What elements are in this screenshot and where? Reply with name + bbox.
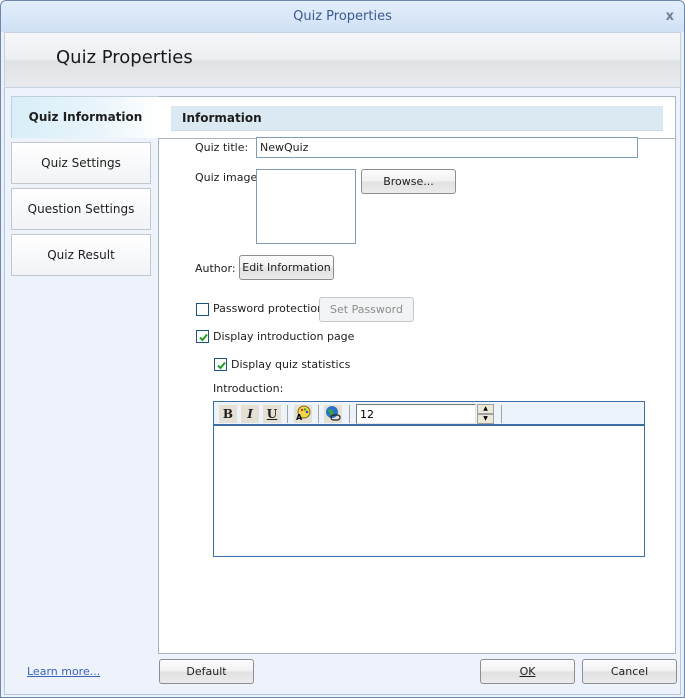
display-stats-checkbox[interactable]: [214, 358, 227, 371]
toolbar-separator: [287, 405, 288, 423]
cancel-button[interactable]: Cancel: [582, 659, 677, 684]
hyperlink-icon[interactable]: [324, 405, 342, 423]
password-protection-checkbox[interactable]: [196, 303, 209, 316]
toolbar-separator: [318, 405, 319, 423]
sidebar-item-question-settings[interactable]: Question Settings: [11, 188, 151, 230]
introduction-label: Introduction:: [213, 382, 284, 395]
quiz-image-label: Quiz image:: [195, 171, 261, 184]
password-protection-label: Password protection: [213, 302, 325, 315]
display-intro-label: Display introduction page: [213, 330, 355, 343]
banner-title: Quiz Properties: [56, 47, 193, 68]
dialog-client-area: Quiz Information Quiz Settings Question …: [4, 88, 681, 695]
italic-icon[interactable]: I: [241, 405, 259, 423]
quiz-title-label: Quiz title:: [195, 141, 249, 154]
checkmark-icon: [217, 361, 226, 370]
section-header-information: Information: [171, 106, 663, 131]
browse-button[interactable]: Browse...: [361, 169, 456, 194]
checkmark-icon: [199, 333, 208, 342]
default-button[interactable]: Default: [159, 659, 254, 684]
dialog-banner: Quiz Properties: [4, 32, 681, 88]
toolbar-separator: [501, 405, 502, 423]
introduction-editor[interactable]: B I U A ▲ ▼: [213, 401, 645, 557]
ok-button[interactable]: OK: [480, 659, 575, 684]
author-label: Author:: [195, 262, 236, 275]
font-size-input[interactable]: [356, 404, 476, 424]
display-stats-label: Display quiz statistics: [231, 358, 351, 371]
title-bar: Quiz Properties x: [1, 1, 684, 32]
quiz-properties-dialog: Quiz Properties x Quiz Properties Quiz I…: [0, 0, 685, 698]
set-password-button[interactable]: Set Password: [319, 297, 414, 322]
spin-down-icon[interactable]: ▼: [477, 414, 494, 424]
display-intro-checkbox[interactable]: [196, 330, 209, 343]
svg-text:A: A: [296, 413, 303, 421]
editor-toolbar: B I U A ▲ ▼: [214, 402, 644, 426]
quiz-image-preview[interactable]: [256, 169, 356, 244]
editor-body[interactable]: [214, 428, 644, 556]
close-icon[interactable]: x: [666, 1, 674, 32]
sidebar-item-quiz-result[interactable]: Quiz Result: [11, 234, 151, 276]
edit-information-button[interactable]: Edit Information: [239, 255, 334, 280]
bold-icon[interactable]: B: [219, 405, 237, 423]
font-color-icon[interactable]: A: [294, 405, 312, 423]
toolbar-separator: [349, 405, 350, 423]
underline-icon[interactable]: U: [263, 405, 281, 423]
sidebar-item-quiz-settings[interactable]: Quiz Settings: [11, 142, 151, 184]
spin-up-icon[interactable]: ▲: [477, 404, 494, 414]
window-title: Quiz Properties: [293, 9, 392, 24]
quiz-title-input[interactable]: [256, 137, 638, 158]
learn-more-link[interactable]: Learn more...: [27, 665, 100, 678]
sidebar-item-quiz-information[interactable]: Quiz Information: [11, 96, 159, 138]
content-panel: [158, 138, 676, 654]
